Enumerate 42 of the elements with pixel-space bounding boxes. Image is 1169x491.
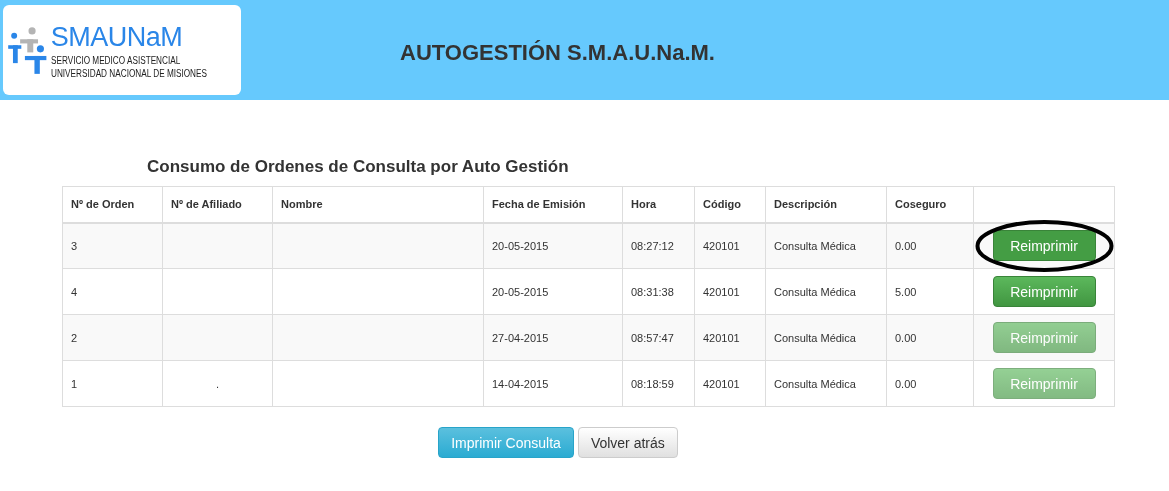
table-cell: 1 <box>71 377 78 390</box>
column-header: Hora <box>622 186 695 223</box>
table-cell: 3 <box>71 239 78 252</box>
table-cell: 0.00 <box>895 377 917 390</box>
reprint-button[interactable]: Reimprimir <box>992 276 1096 307</box>
table-cell: Consulta Médica <box>774 377 856 390</box>
table-cell: 420101 <box>703 239 740 252</box>
column-header: Nombre <box>272 186 484 223</box>
column-header: Descripción <box>765 186 887 223</box>
logo-subtitle: SERVICIO MEDICO ASISTENCIAL <box>50 54 182 67</box>
back-button[interactable]: Volver atrás <box>577 427 678 458</box>
table-cell: 08:31:38 <box>631 285 674 298</box>
table-cell: 0.00 <box>895 239 917 252</box>
logo-name: SMAUNaM <box>50 21 184 54</box>
table-cell: 08:18:59 <box>631 377 674 390</box>
column-header: Código <box>694 186 766 223</box>
table-cell: 420101 <box>703 331 740 344</box>
table-cell: 2 <box>71 331 78 344</box>
table-cell: 420101 <box>703 285 740 298</box>
table-cell: 20-05-2015 <box>492 239 549 252</box>
table-cell: 14-04-2015 <box>492 377 549 390</box>
column-header: Nº de Orden <box>62 186 163 223</box>
print-button[interactable]: Imprimir Consulta <box>438 427 574 458</box>
column-header: Coseguro <box>886 186 974 223</box>
table-cell: 08:27:12 <box>631 239 674 252</box>
table-cell: 4 <box>71 285 78 298</box>
table-cell: 420101 <box>703 377 740 390</box>
table-cell: Consulta Médica <box>774 285 856 298</box>
table-cell: Consulta Médica <box>774 239 856 252</box>
table-cell: . <box>215 377 220 390</box>
page-title: AUTOGESTIÓN S.M.A.U.Na.M. <box>400 40 715 66</box>
table-cell: 0.00 <box>895 331 917 344</box>
table-cell: 20-05-2015 <box>492 285 549 298</box>
logo-subtitle: UNIVERSIDAD NACIONAL DE MISIONES <box>50 67 207 80</box>
table-cell: 08:57:47 <box>631 331 674 344</box>
table-cell: 5.00 <box>895 285 917 298</box>
table-cell: Consulta Médica <box>774 331 856 344</box>
section-title: Consumo de Ordenes de Consulta por Auto Gestión <box>147 157 570 177</box>
reprint-button[interactable]: Reimprimir <box>992 230 1096 262</box>
column-header: Fecha de Emisión <box>483 186 623 223</box>
table-cell: 27-04-2015 <box>492 331 549 344</box>
column-header: Nº de Afiliado <box>162 186 273 223</box>
